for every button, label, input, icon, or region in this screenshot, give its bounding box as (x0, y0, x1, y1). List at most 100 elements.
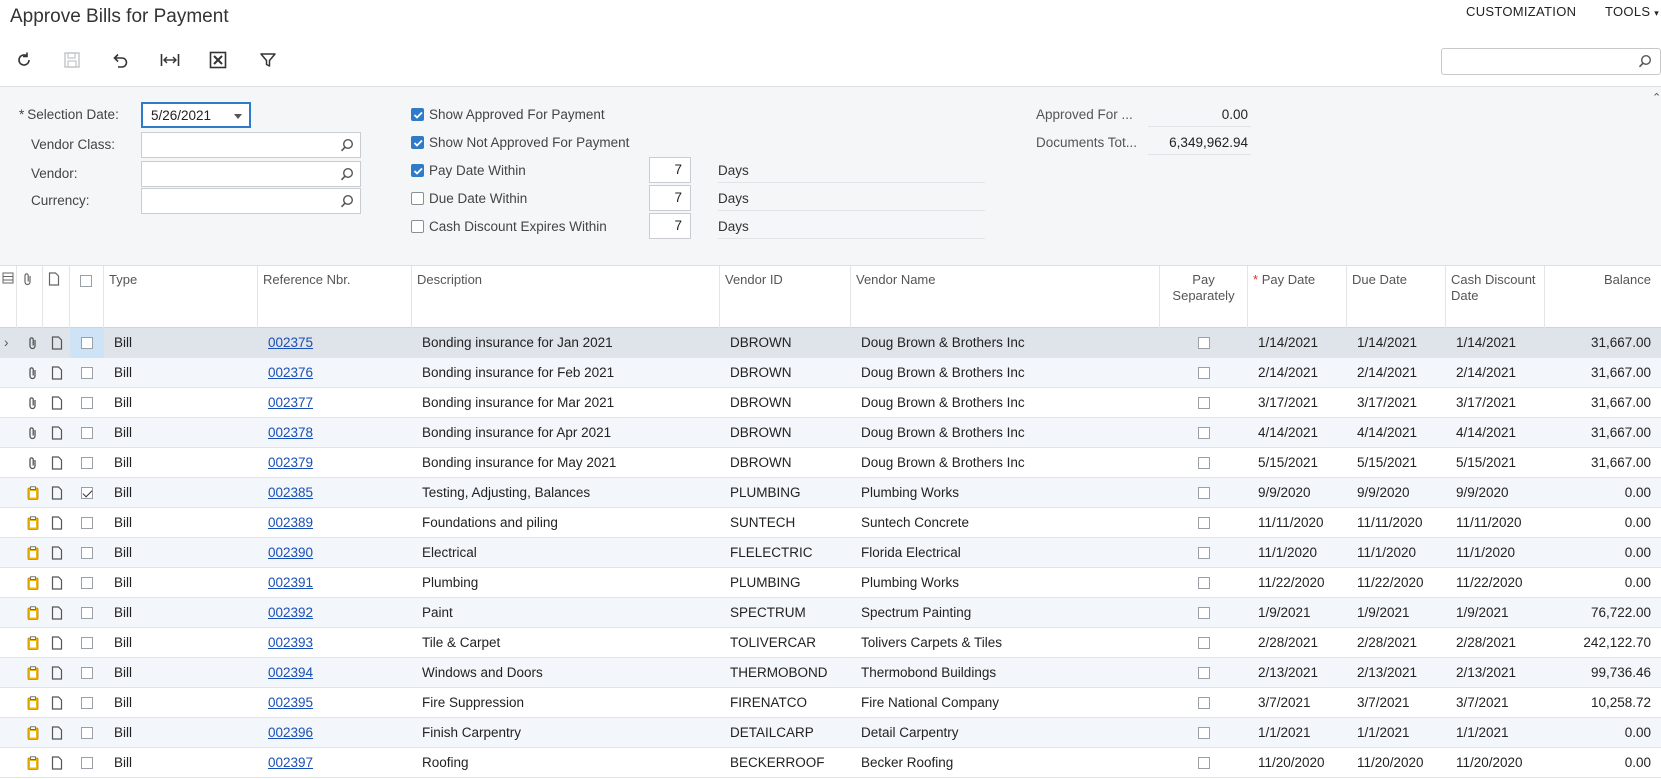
cell-pay-separately[interactable] (1160, 418, 1248, 448)
paperclip-icon[interactable] (27, 456, 39, 473)
row-select-checkbox[interactable] (81, 337, 93, 350)
paperclip-icon[interactable] (27, 336, 39, 353)
toolbar-search[interactable] (1441, 48, 1661, 75)
table-row[interactable]: Bill 002376 Bonding insurance for Feb 2021… (0, 358, 1661, 388)
document-icon[interactable] (51, 456, 63, 473)
table-row[interactable]: › Bill 002375 Bonding insurance for Jan 202… (0, 328, 1661, 358)
pay-separately-checkbox[interactable] (1198, 337, 1210, 350)
reference-link[interactable]: 002378 (268, 425, 313, 440)
show-not-approved-checkbox[interactable]: Show Not Approved For Payment (411, 135, 629, 150)
clipboard-icon[interactable] (27, 756, 39, 773)
reference-link[interactable]: 002395 (268, 695, 313, 710)
checkbox-unchecked-icon[interactable] (411, 220, 424, 233)
cell-reference-nbr[interactable]: 002378 (258, 418, 412, 448)
col-pay-date[interactable]: * Pay Date (1248, 266, 1347, 328)
reference-link[interactable]: 002379 (268, 455, 313, 470)
row-checkbox-cell[interactable] (70, 478, 104, 508)
row-selector-header[interactable] (0, 266, 17, 328)
cell-pay-separately[interactable] (1160, 628, 1248, 658)
cell-pay-separately[interactable] (1160, 448, 1248, 478)
row-checkbox-cell[interactable] (70, 658, 104, 688)
clipboard-icon[interactable] (27, 726, 39, 743)
col-cash-discount-date[interactable]: Cash Discount Date (1446, 266, 1545, 328)
document-icon[interactable] (51, 396, 63, 413)
vendor-class-input[interactable] (142, 133, 360, 157)
table-row[interactable]: Bill 002393 Tile & Carpet TOLIVERCAR Toliver… (0, 628, 1661, 658)
select-all-checkbox[interactable] (80, 274, 92, 287)
reference-link[interactable]: 002389 (268, 515, 313, 530)
reference-link[interactable]: 002391 (268, 575, 313, 590)
lookup-search-icon[interactable] (340, 167, 354, 184)
document-icon[interactable] (51, 426, 63, 443)
cell-reference-nbr[interactable]: 002397 (258, 748, 412, 778)
reference-link[interactable]: 002397 (268, 755, 313, 770)
row-checkbox-cell[interactable] (70, 568, 104, 598)
row-checkbox-cell[interactable] (70, 388, 104, 418)
save-icon[interactable] (61, 49, 83, 71)
row-checkbox-cell[interactable] (70, 328, 104, 358)
cell-reference-nbr[interactable]: 002375 (258, 328, 412, 358)
cell-reference-nbr[interactable]: 002379 (258, 448, 412, 478)
tools-menu[interactable]: TOOLS ▾ (1605, 4, 1659, 19)
vendor-class-field[interactable] (141, 132, 361, 158)
checkbox-unchecked-icon[interactable] (411, 192, 424, 205)
col-reference-nbr[interactable]: Reference Nbr. (258, 266, 412, 328)
document-icon[interactable] (51, 726, 63, 743)
lookup-search-icon[interactable] (340, 194, 354, 211)
document-icon[interactable] (51, 336, 63, 353)
clipboard-icon[interactable] (27, 666, 39, 683)
row-checkbox-cell[interactable] (70, 358, 104, 388)
table-row[interactable]: Bill 002391 Plumbing PLUMBING Plumbing Works… (0, 568, 1661, 598)
row-checkbox-cell[interactable] (70, 598, 104, 628)
reference-link[interactable]: 002375 (268, 335, 313, 350)
row-select-checkbox[interactable] (81, 607, 93, 620)
col-description[interactable]: Description (412, 266, 720, 328)
cell-pay-separately[interactable] (1160, 748, 1248, 778)
document-icon[interactable] (51, 666, 63, 683)
row-checkbox-cell[interactable] (70, 418, 104, 448)
pay-separately-checkbox[interactable] (1198, 607, 1210, 620)
pay-separately-checkbox[interactable] (1198, 637, 1210, 650)
row-select-checkbox[interactable] (81, 577, 93, 590)
document-icon[interactable] (51, 756, 63, 773)
show-approved-checkbox[interactable]: Show Approved For Payment (411, 107, 605, 122)
paperclip-icon[interactable] (27, 426, 39, 443)
table-row[interactable]: Bill 002377 Bonding insurance for Mar 2021… (0, 388, 1661, 418)
lookup-search-icon[interactable] (340, 138, 354, 155)
cell-pay-separately[interactable] (1160, 658, 1248, 688)
notes-header[interactable] (43, 266, 70, 328)
cell-pay-separately[interactable] (1160, 598, 1248, 628)
vendor-field[interactable] (141, 161, 361, 187)
cell-pay-separately[interactable] (1160, 328, 1248, 358)
reference-link[interactable]: 002385 (268, 485, 313, 500)
pay-separately-checkbox[interactable] (1198, 697, 1210, 710)
clipboard-icon[interactable] (27, 516, 39, 533)
row-select-checkbox[interactable] (81, 397, 93, 410)
cell-pay-separately[interactable] (1160, 538, 1248, 568)
pay-separately-checkbox[interactable] (1198, 727, 1210, 740)
document-icon[interactable] (51, 546, 63, 563)
cell-reference-nbr[interactable]: 002391 (258, 568, 412, 598)
row-select-checkbox[interactable] (81, 697, 93, 710)
selection-date-field[interactable] (141, 102, 251, 128)
col-balance[interactable]: Balance (1545, 266, 1661, 328)
table-row[interactable]: Bill 002389 Foundations and piling SUNTECH S… (0, 508, 1661, 538)
pay-separately-checkbox[interactable] (1198, 427, 1210, 440)
reference-link[interactable]: 002392 (268, 605, 313, 620)
cell-pay-separately[interactable] (1160, 508, 1248, 538)
cell-reference-nbr[interactable]: 002396 (258, 718, 412, 748)
cell-reference-nbr[interactable]: 002395 (258, 688, 412, 718)
dropdown-caret-icon[interactable] (234, 114, 242, 119)
row-checkbox-cell[interactable] (70, 628, 104, 658)
row-select-checkbox[interactable] (81, 757, 93, 770)
row-select-checkbox[interactable] (81, 367, 93, 380)
row-select-checkbox[interactable] (81, 517, 93, 530)
table-row[interactable]: Bill 002378 Bonding insurance for Apr 2021… (0, 418, 1661, 448)
row-select-checkbox[interactable] (81, 727, 93, 740)
table-row[interactable]: Bill 002396 Finish Carpentry DETAILCARP Deta… (0, 718, 1661, 748)
undo-icon[interactable] (109, 49, 131, 71)
pay-separately-checkbox[interactable] (1198, 457, 1210, 470)
table-row[interactable]: Bill 002395 Fire Suppression FIRENATCO Fire … (0, 688, 1661, 718)
export-excel-icon[interactable] (207, 49, 229, 71)
document-icon[interactable] (51, 576, 63, 593)
